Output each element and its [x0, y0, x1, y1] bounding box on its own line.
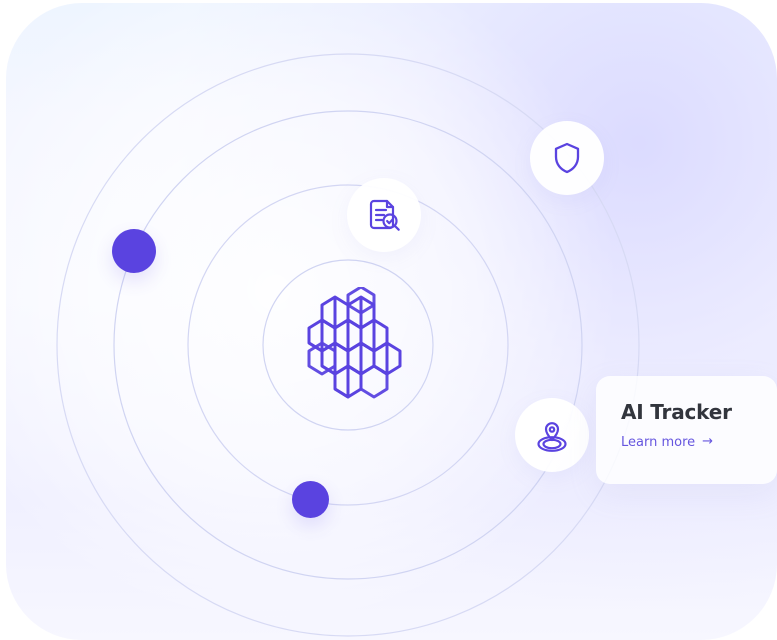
learn-more-label: Learn more — [621, 435, 696, 450]
shield-bubble — [530, 121, 604, 195]
tracker-title: AI Tracker — [621, 400, 732, 424]
ai-tracker-card[interactable]: AI Tracker Learn more → — [596, 376, 777, 484]
hexagon-cluster-icon — [307, 287, 402, 399]
location-bubble — [515, 398, 589, 472]
learn-more-link[interactable]: Learn more → — [621, 434, 714, 451]
orbit-dot-left — [112, 229, 156, 273]
document-check-icon — [369, 199, 400, 231]
orbit-dot-bottom — [292, 481, 329, 518]
arrow-right-icon: → — [702, 434, 714, 449]
document-check-bubble — [347, 178, 421, 252]
location-pin-icon — [537, 422, 567, 452]
ai-tracker-illustration: AI Tracker Learn more → — [0, 0, 777, 640]
shield-icon — [554, 142, 580, 174]
